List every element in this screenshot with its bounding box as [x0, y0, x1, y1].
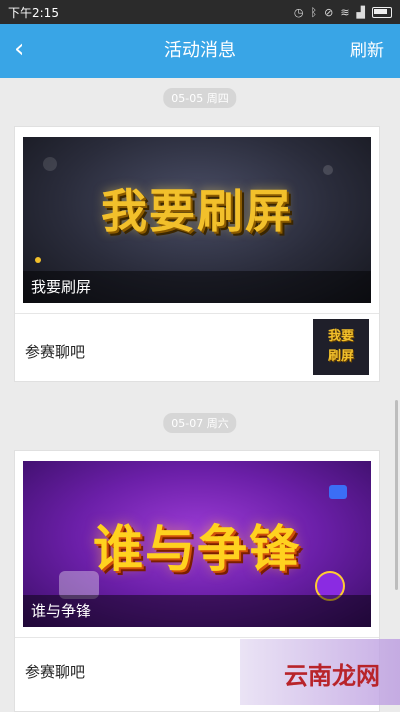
thumbnail-line: 刷屏: [327, 349, 354, 364]
event-banner[interactable]: 谁与争锋 谁与争锋: [23, 461, 371, 627]
message-card[interactable]: 我要刷屏 我要刷屏 参赛聊吧 我要 刷屏: [14, 126, 380, 382]
sparkle-decoration: [323, 165, 333, 175]
alarm-icon: ◷: [293, 5, 304, 19]
watermark-text: 云南龙网: [284, 662, 380, 690]
page-title: 活动消息: [164, 40, 236, 61]
card-thumbnail: 我要 刷屏: [313, 319, 369, 375]
banner-art-text: 谁与争锋: [93, 519, 301, 578]
bluetooth-icon: ᛒ: [310, 5, 318, 19]
wifi-icon: ≋: [340, 5, 350, 19]
card-label: 参赛聊吧: [25, 343, 86, 361]
watermark: 云南龙网: [240, 639, 400, 705]
battery-icon: [372, 6, 392, 18]
date-pill: 05-05 周四: [163, 88, 237, 108]
date-pill: 05-07 周六: [163, 413, 237, 433]
sparkle-decoration: [35, 257, 41, 263]
card-label: 参赛聊吧: [25, 663, 86, 681]
banner-art-text: 我要刷屏: [101, 184, 293, 238]
status-time: 下午2:15: [8, 5, 59, 20]
divider: [15, 313, 379, 314]
mute-icon: ⊘: [324, 5, 334, 19]
nav-bar: ‹ 活动消息 刷新: [0, 24, 400, 78]
status-bar: 下午2:15 ◷ ᛒ ⊘ ≋ ▟: [0, 0, 400, 24]
status-icons: ◷ ᛒ ⊘ ≋ ▟: [294, 6, 392, 19]
sparkle-decoration: [43, 157, 57, 171]
refresh-button[interactable]: 刷新: [350, 24, 384, 78]
divider: [15, 637, 379, 638]
event-banner[interactable]: 我要刷屏 我要刷屏: [23, 137, 371, 303]
signal-icon: ▟: [356, 5, 365, 19]
crown-decoration: [329, 485, 347, 499]
banner-caption: 谁与争锋: [23, 595, 371, 627]
thumbnail-line: 我要: [327, 329, 354, 344]
scrollbar[interactable]: [395, 400, 398, 590]
banner-caption: 我要刷屏: [23, 271, 371, 303]
